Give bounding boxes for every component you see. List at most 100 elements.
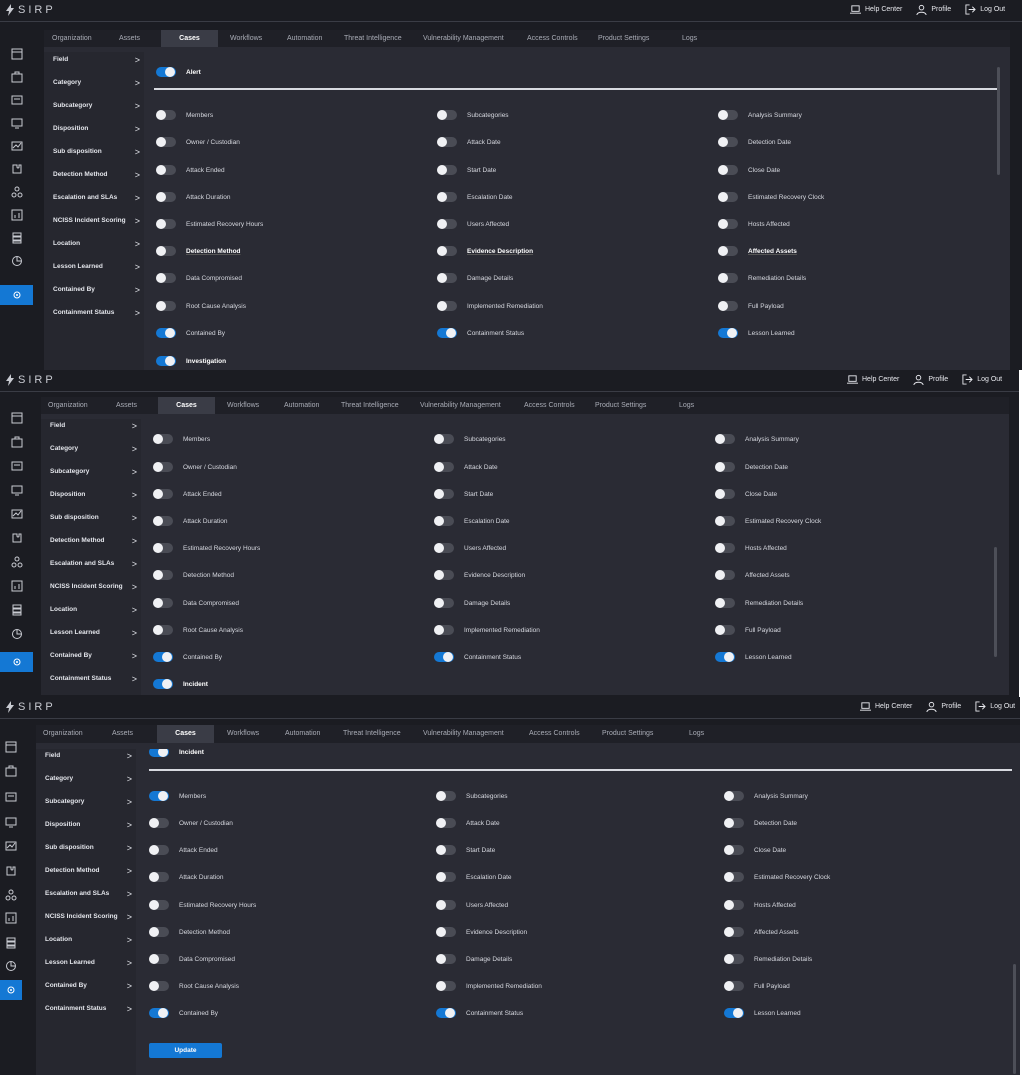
tab-logs[interactable]: Logs	[689, 725, 704, 742]
section-alert[interactable]: Alert	[156, 65, 201, 79]
field-toggle[interactable]: Escalation Date	[436, 870, 512, 884]
puzzle-icon[interactable]	[0, 159, 33, 179]
field-list-item[interactable]: Contained By >	[44, 283, 144, 297]
toggle-switch[interactable]	[156, 67, 176, 77]
field-list-item[interactable]: Field >	[41, 419, 141, 433]
profile-link[interactable]: Profile	[913, 374, 948, 385]
toggle-switch[interactable]	[718, 192, 738, 202]
field-toggle[interactable]: Close Date	[724, 843, 786, 857]
field-list-item[interactable]: Subcategory >	[41, 465, 141, 479]
tab-assets[interactable]: Assets	[112, 725, 133, 742]
field-toggle[interactable]: Analysis Summary	[715, 432, 799, 446]
toggle-switch[interactable]	[715, 434, 735, 444]
scrollbar[interactable]	[1013, 964, 1016, 1074]
pie-chart-icon[interactable]	[0, 624, 33, 644]
toggle-switch[interactable]	[156, 301, 176, 311]
toggle-switch[interactable]	[434, 516, 454, 526]
toggle-switch[interactable]	[436, 872, 456, 882]
field-toggle[interactable]: Data Compromised	[156, 271, 242, 285]
field-list-item[interactable]: Category >	[44, 76, 144, 90]
field-toggle[interactable]: Damage Details	[437, 271, 513, 285]
field-list-item[interactable]: Containment Status >	[36, 1002, 136, 1016]
field-toggle[interactable]: Evidence Description	[436, 925, 527, 939]
puzzle-icon[interactable]	[0, 861, 22, 881]
toggle-switch[interactable]	[149, 872, 169, 882]
scrollbar[interactable]	[994, 547, 997, 657]
settings-gear-icon[interactable]	[0, 652, 33, 672]
toggle-switch[interactable]	[153, 434, 173, 444]
field-toggle[interactable]: Contained By	[156, 326, 225, 340]
field-toggle[interactable]: Users Affected	[437, 217, 509, 231]
toggle-switch[interactable]	[437, 328, 457, 338]
field-list-item[interactable]: Containment Status >	[44, 306, 144, 320]
toggle-switch[interactable]	[436, 818, 456, 828]
toggle-switch[interactable]	[156, 273, 176, 283]
field-toggle[interactable]: Root Cause Analysis	[149, 979, 239, 993]
field-toggle[interactable]: Start Date	[437, 163, 496, 177]
pie-chart-icon[interactable]	[0, 251, 33, 271]
field-list-item[interactable]: Detection Method >	[36, 864, 136, 878]
toggle-switch[interactable]	[436, 927, 456, 937]
field-toggle[interactable]: Start Date	[436, 843, 495, 857]
toggle-switch[interactable]	[436, 981, 456, 991]
toggle-switch[interactable]	[149, 749, 169, 757]
field-toggle[interactable]: Estimated Recovery Hours	[156, 217, 263, 231]
tab-organization[interactable]: Organization	[48, 397, 88, 414]
field-toggle[interactable]: Estimated Recovery Hours	[153, 541, 260, 555]
toggle-switch[interactable]	[437, 137, 457, 147]
database-icon[interactable]	[0, 600, 33, 620]
field-toggle[interactable]: Lesson Learned	[715, 650, 792, 664]
section-investigation[interactable]: Investigation	[156, 354, 226, 368]
field-toggle[interactable]: Full Payload	[718, 299, 784, 313]
toggle-switch[interactable]	[156, 137, 176, 147]
toggle-switch[interactable]	[437, 110, 457, 120]
field-toggle[interactable]: Estimated Recovery Clock	[718, 190, 824, 204]
toggle-switch[interactable]	[715, 489, 735, 499]
scrollbar[interactable]	[997, 67, 1000, 175]
field-toggle[interactable]: Detection Method	[149, 925, 230, 939]
toggle-switch[interactable]	[718, 273, 738, 283]
toggle-switch[interactable]	[149, 1008, 169, 1018]
tab-organization[interactable]: Organization	[43, 725, 83, 742]
field-toggle[interactable]: Root Cause Analysis	[156, 299, 246, 313]
toggle-switch[interactable]	[149, 900, 169, 910]
monitor-alert-icon[interactable]	[0, 113, 33, 133]
toggle-switch[interactable]	[153, 598, 173, 608]
toggle-switch[interactable]	[156, 246, 176, 256]
field-toggle[interactable]: Data Compromised	[153, 596, 239, 610]
toggle-switch[interactable]	[156, 165, 176, 175]
tab-threat-intelligence[interactable]: Threat Intelligence	[341, 397, 399, 414]
field-toggle[interactable]: Estimated Recovery Clock	[715, 514, 821, 528]
field-toggle[interactable]: Implemented Remediation	[437, 299, 543, 313]
toggle-switch[interactable]	[434, 462, 454, 472]
field-toggle[interactable]: Escalation Date	[437, 190, 513, 204]
briefcase-icon[interactable]	[0, 432, 33, 452]
toggle-switch[interactable]	[724, 845, 744, 855]
toggle-switch[interactable]	[153, 570, 173, 580]
field-toggle[interactable]: Damage Details	[434, 596, 510, 610]
toggle-switch[interactable]	[437, 246, 457, 256]
field-list-item[interactable]: Escalation and SLAs >	[44, 191, 144, 205]
field-toggle[interactable]: Attack Duration	[149, 870, 223, 884]
toggle-switch[interactable]	[436, 1008, 456, 1018]
toggle-switch[interactable]	[437, 192, 457, 202]
field-toggle[interactable]: Remediation Details	[718, 271, 806, 285]
toggle-switch[interactable]	[724, 981, 744, 991]
field-toggle[interactable]: Close Date	[718, 163, 780, 177]
field-toggle[interactable]: Detection Date	[715, 460, 788, 474]
field-toggle[interactable]: Lesson Learned	[718, 326, 795, 340]
toggle-switch[interactable]	[153, 652, 173, 662]
tab-organization[interactable]: Organization	[52, 30, 92, 47]
field-toggle[interactable]: Damage Details	[436, 952, 512, 966]
database-icon[interactable]	[0, 228, 33, 248]
toggle-switch[interactable]	[153, 489, 173, 499]
field-toggle[interactable]: Evidence Description	[434, 568, 525, 582]
field-toggle[interactable]: Escalation Date	[434, 514, 510, 528]
field-list-item[interactable]: Lesson Learned >	[41, 626, 141, 640]
toggle-switch[interactable]	[156, 328, 176, 338]
dashboard-icon[interactable]	[0, 408, 33, 428]
field-toggle[interactable]: Members	[156, 108, 213, 122]
field-list-item[interactable]: Lesson Learned >	[36, 956, 136, 970]
field-toggle[interactable]: Data Compromised	[149, 952, 235, 966]
toggle-switch[interactable]	[437, 273, 457, 283]
